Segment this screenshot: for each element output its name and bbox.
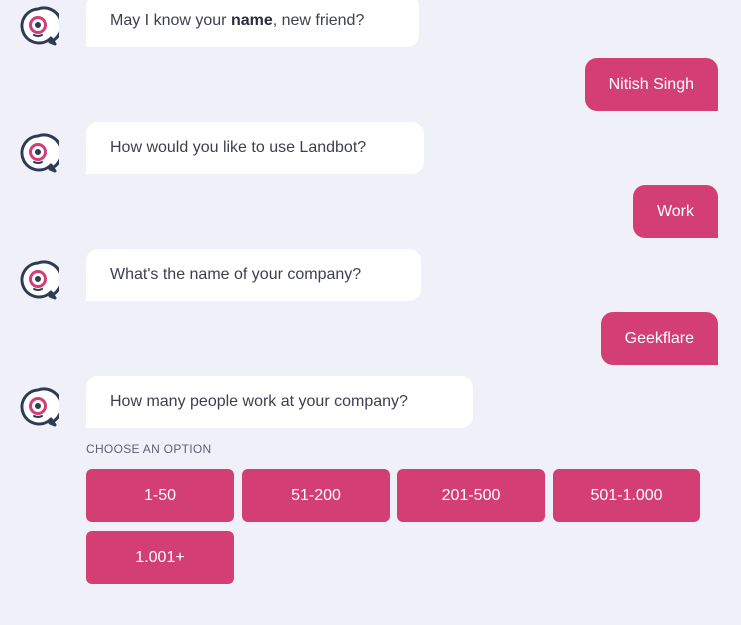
user-message-text: Nitish Singh <box>608 75 694 93</box>
bot-message-text: How many people work at your company? <box>110 393 408 410</box>
option-button-1-50[interactable]: 1-50 <box>86 469 234 522</box>
bot-message-text-bold: name <box>230 12 273 29</box>
user-message: Work <box>632 185 718 238</box>
option-button-51-200[interactable]: 51-200 <box>242 469 390 522</box>
landbot-avatar-icon <box>17 387 64 429</box>
option-button-501-1000[interactable]: 501-1.000 <box>553 469 700 522</box>
bot-message-text-suffix: , new friend? <box>272 12 365 29</box>
user-message-text: Work <box>656 202 694 220</box>
bot-message-text: How would you like to use Landbot? <box>110 139 367 156</box>
user-message: Geekflare <box>600 312 718 365</box>
option-button-1001-plus[interactable]: 1.001+ <box>86 531 234 584</box>
user-message: Nitish Singh <box>584 58 718 111</box>
landbot-avatar-icon <box>17 6 64 48</box>
landbot-avatar-icon <box>17 133 64 175</box>
bot-message: May I know your name, new friend? <box>86 0 419 47</box>
bot-message: How many people work at your company? <box>86 376 473 428</box>
chat-window: May I know your name, new friend? Nitish… <box>0 0 741 625</box>
bot-message-text-prefix: May I know your <box>110 12 227 29</box>
landbot-avatar-icon <box>17 260 64 302</box>
user-message-text: Geekflare <box>624 329 694 347</box>
bot-message: How would you like to use Landbot? <box>86 122 424 174</box>
bot-message: What's the name of your company? <box>86 249 421 301</box>
choose-option-label: CHOOSE AN OPTION <box>86 442 212 456</box>
option-button-201-500[interactable]: 201-500 <box>397 469 545 522</box>
bot-message-text: What's the name of your company? <box>110 266 362 283</box>
